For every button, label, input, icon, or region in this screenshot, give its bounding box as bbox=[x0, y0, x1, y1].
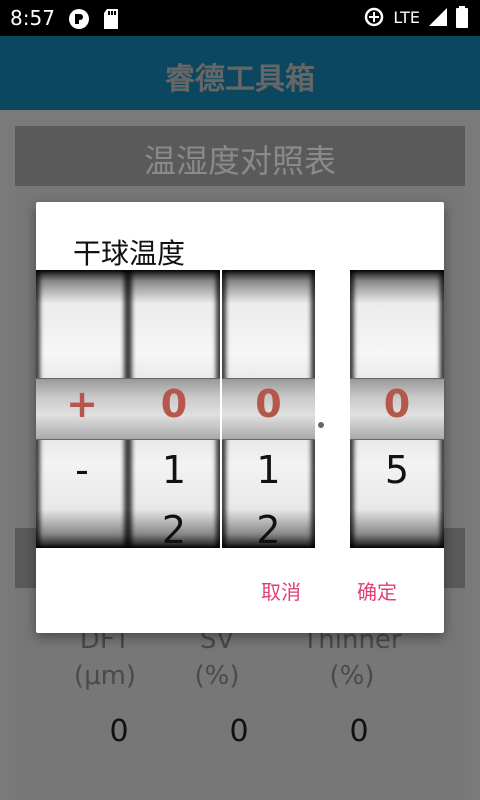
wheel-selected-value: 0 bbox=[383, 382, 411, 426]
wheel-selected-value: + bbox=[66, 382, 98, 426]
wheel-next-value: 5 bbox=[384, 448, 410, 492]
column-value-sv: 0 bbox=[229, 714, 249, 749]
network-type: LTE bbox=[393, 7, 420, 27]
column-value-thinner: 0 bbox=[349, 714, 369, 749]
ones-wheel[interactable]: 0 1 2 bbox=[222, 270, 315, 548]
status-time: 8:57 bbox=[10, 6, 55, 30]
number-picker: + - 0 1 2 0 1 2 0 5 bbox=[36, 270, 444, 548]
status-left-icons bbox=[68, 8, 120, 30]
column-value-dft: 0 bbox=[109, 714, 129, 749]
wheel-selected-value: 0 bbox=[255, 382, 282, 426]
wheel-next-value: 1 bbox=[256, 448, 281, 492]
wheel-next-value-2: 2 bbox=[256, 508, 281, 548]
wheel-next-value: - bbox=[75, 448, 89, 492]
app-notification-icon bbox=[69, 9, 89, 29]
wheel-next-value-2: 2 bbox=[161, 508, 187, 548]
signal-icon bbox=[429, 8, 447, 26]
status-right-icons: LTE bbox=[363, 6, 468, 28]
dialog-title: 干球温度 bbox=[73, 237, 186, 270]
battery-icon bbox=[456, 6, 468, 28]
data-saver-icon bbox=[365, 7, 384, 27]
app-title: 睿德工具箱 bbox=[165, 62, 315, 97]
section-title: 温湿度对照表 bbox=[143, 142, 336, 180]
sign-wheel[interactable]: + - bbox=[36, 270, 128, 548]
wheel-next-value: 1 bbox=[161, 448, 187, 492]
section-header: 温湿度对照表 bbox=[15, 126, 465, 186]
status-bar: 8:57 LTE bbox=[0, 0, 480, 36]
decimal-wheel[interactable]: 0 5 bbox=[350, 270, 444, 548]
wheel-selected-value: 0 bbox=[160, 382, 188, 426]
app-bar: 睿德工具箱 bbox=[0, 36, 480, 110]
decimal-point bbox=[318, 422, 324, 428]
tens-wheel[interactable]: 0 1 2 bbox=[128, 270, 220, 548]
confirm-button[interactable]: 确定 bbox=[357, 576, 397, 605]
sd-card-icon bbox=[104, 9, 118, 29]
cancel-button[interactable]: 取消 bbox=[261, 576, 301, 605]
temperature-picker-dialog: 干球温度 + - 0 1 2 0 1 2 0 5 取消 确定 bbox=[36, 202, 444, 633]
